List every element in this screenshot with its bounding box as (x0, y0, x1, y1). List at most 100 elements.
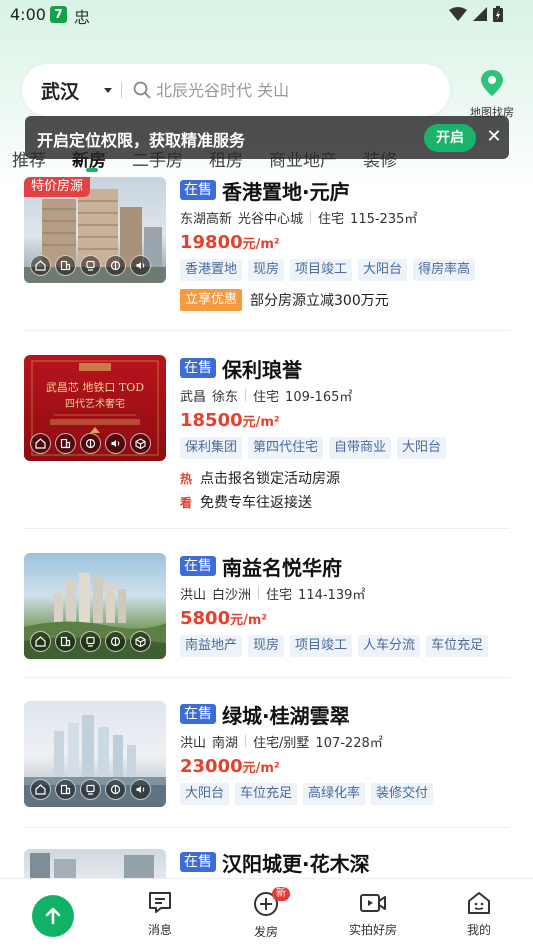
tab-indicator (86, 168, 98, 172)
building-illustration (30, 853, 154, 878)
special-offer-tag: 特价房源 (24, 177, 91, 197)
status-app-icon: 7 (50, 6, 67, 23)
status-badge: 在售 (180, 180, 216, 200)
price-unit: 元/m² (242, 761, 280, 776)
listing-area: 南湖 (212, 735, 239, 751)
close-icon[interactable]: ✕ (485, 124, 503, 150)
listing-meta: 洪山 白沙洲 住宅 114-139㎡ (180, 584, 510, 603)
city-selector[interactable]: 武汉 (41, 77, 79, 104)
listing-meta: 洪山 南湖 住宅/别墅 107-228㎡ (180, 732, 510, 751)
nav-messages-label: 消息 (147, 923, 172, 937)
building-icon (55, 779, 76, 800)
hot-icon: 热 (180, 471, 193, 486)
listing-type: 住宅 (253, 389, 280, 405)
listing-meta: 东湖高新 光谷中心城 住宅 115-235㎡ (180, 208, 510, 227)
listing-tags: 大阳台 车位充足 高绿化率 装修交付 (180, 783, 510, 805)
activity-text: 免费专车往返接送 (200, 495, 312, 511)
new-badge: 新 (272, 887, 290, 901)
price-unit: 元/m² (230, 613, 268, 628)
bottom-navigation: 消息 新 发房 实拍好房 我的 (0, 878, 533, 948)
listing-tags: 南益地产 现房 项目竣工 人车分流 车位充足 (180, 635, 510, 657)
building-icon (55, 255, 76, 276)
listing-type: 住宅 (318, 211, 345, 227)
search-bar[interactable]: 武汉 (22, 64, 450, 116)
divider (24, 528, 510, 529)
status-badge: 在售 (180, 358, 216, 378)
listing-tag: 第四代住宅 (248, 437, 324, 459)
listing-size: 107-228㎡ (315, 735, 383, 751)
location-banner-text: 开启定位权限，获取精准服务 (37, 131, 246, 150)
price-unit: 元/m² (242, 237, 280, 252)
listing-info: 在售 汉阳城更·花木深 (180, 849, 510, 876)
house-icon (30, 255, 51, 276)
compare-icon (80, 433, 101, 454)
transit-icon (80, 631, 101, 652)
nav-messages[interactable]: 消息 (128, 891, 192, 938)
listing-promo: 立享优惠 部分房源立减300万元 (180, 289, 510, 311)
nav-mine-label: 我的 (466, 923, 491, 937)
activity-row[interactable]: 看 免费专车往返接送 (180, 493, 510, 511)
listing-info: 在售 南益名悦华府 洪山 白沙洲 住宅 114-139㎡ 5800元/m² 南益… (180, 553, 510, 657)
price-value: 5800 (180, 608, 231, 629)
chevron-down-icon (104, 88, 112, 93)
transit-icon (80, 779, 101, 800)
listing-tag: 高绿化率 (303, 783, 366, 805)
location-permission-banner: 开启定位权限，获取精准服务 开启 ✕ (25, 116, 509, 159)
listing-info: 在售 绿城·桂湖雲翠 洪山 南湖 住宅/别墅 107-228㎡ 23000元/m… (180, 701, 510, 805)
listing-name: 绿城·桂湖雲翠 (222, 703, 350, 728)
listing-tag: 自带商业 (329, 437, 392, 459)
listing-info: 在售 保利琅誉 武昌 徐东 住宅 109-165㎡ 18500元/m² 保利集团… (180, 355, 510, 511)
divider (24, 677, 510, 678)
listing-tag: 车位充足 (235, 783, 298, 805)
video-camera-icon (360, 894, 386, 912)
map-pin-icon (481, 70, 503, 96)
activity-row[interactable]: 热 点击报名锁定活动房源 (180, 469, 510, 487)
status-time: 4:00 (10, 5, 46, 24)
wifi-icon (449, 7, 467, 21)
battery-icon (493, 6, 503, 22)
listing-image (24, 553, 166, 659)
nav-mine[interactable]: 我的 (447, 891, 511, 938)
nav-publish[interactable]: 新 发房 (234, 887, 298, 940)
listing-tag: 大阳台 (397, 437, 447, 459)
status-badge: 在售 (180, 704, 216, 724)
transit-icon (80, 255, 101, 276)
listing-name: 香港置地·元庐 (222, 179, 350, 204)
listing-name: 汉阳城更·花木深 (222, 851, 370, 876)
listing-price: 18500元/m² (180, 409, 510, 433)
listing-image (24, 849, 166, 878)
audio-icon (130, 255, 151, 276)
listing-size: 114-139㎡ (298, 587, 366, 603)
nav-live-homes[interactable]: 实拍好房 (341, 891, 405, 938)
audio-icon (130, 779, 151, 800)
profile-home-icon (468, 892, 490, 914)
building-icon (55, 433, 76, 454)
price-value: 19800 (180, 232, 243, 253)
house-icon (30, 779, 51, 800)
listing-price: 5800元/m² (180, 607, 510, 631)
listing-area: 光谷中心城 (238, 211, 304, 227)
listing-district: 洪山 (180, 587, 207, 603)
promo-badge: 立享优惠 (180, 289, 243, 311)
search-icon (133, 81, 151, 99)
listing-size: 115-235㎡ (350, 211, 418, 227)
price-value: 23000 (180, 756, 243, 777)
ad-subheadline: 四代艺术奢宅 (65, 397, 125, 410)
view-icon: 看 (180, 495, 193, 510)
listing-size: 109-165㎡ (285, 389, 353, 405)
listing-tag: 车位充足 (426, 635, 489, 657)
scroll-to-top-button[interactable] (32, 895, 74, 937)
listing-price: 19800元/m² (180, 231, 510, 255)
enable-location-button[interactable]: 开启 (424, 124, 476, 152)
listing-image: 武昌芯 地铁口 TOD 四代艺术奢宅 (24, 355, 166, 461)
listing-tag: 项目竣工 (290, 259, 353, 281)
listing-tag: 人车分流 (358, 635, 421, 657)
search-input[interactable] (156, 76, 426, 104)
listing-tag: 大阳台 (358, 259, 408, 281)
compare-icon (105, 779, 126, 800)
map-find-button[interactable]: 地图找房 (466, 70, 518, 120)
listing-name: 保利琅誉 (222, 357, 302, 382)
listing-tag: 现房 (248, 259, 285, 281)
3d-cube-icon (130, 433, 151, 454)
listing-image: 特价房源 (24, 177, 166, 283)
